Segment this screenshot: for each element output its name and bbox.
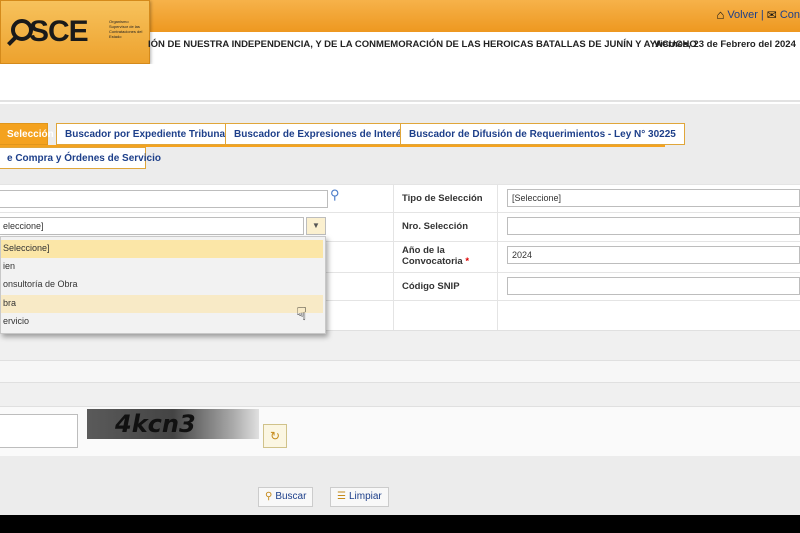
tab-expresiones-interes[interactable]: Buscador de Expresiones de Interés: [225, 123, 416, 145]
dropdown-option[interactable]: onsultoría de Obra: [1, 276, 323, 294]
chevron-down-icon[interactable]: ▼: [306, 217, 326, 235]
tab-expediente-tribunal[interactable]: Buscador por Expediente Tribunal: [56, 123, 237, 145]
tab-difusion-requerimientos[interactable]: Buscador de Difusión de Requerimientos -…: [400, 123, 685, 145]
tab-ordenes-compra[interactable]: e Compra y Órdenes de Servicio: [0, 147, 161, 169]
search-icon: ⚲: [265, 491, 273, 502]
cell-divider: [497, 185, 498, 212]
entity-search-input[interactable]: [0, 190, 328, 208]
volver-link[interactable]: Volver: [727, 9, 758, 21]
object-dropdown-list: Seleccione] ien onsultoría de Obra bra e…: [0, 236, 326, 334]
national-motto: IÓN DE NUESTRA INDEPENDENCIA, Y DE LA CO…: [148, 39, 697, 50]
clear-button[interactable]: ☰ Limpiar: [330, 487, 389, 507]
broom-icon: ☰: [337, 491, 346, 502]
hand-cursor-icon: ☟: [296, 304, 307, 324]
cell-divider: [393, 185, 394, 212]
form-spacer: [0, 360, 800, 382]
anio-label-text: Año de la Convocatoria: [402, 245, 463, 267]
osce-logo[interactable]: SCE Organismo Supervisor de las Contrata…: [0, 0, 150, 64]
tipo-seleccion-select[interactable]: [Seleccione]: [507, 189, 800, 207]
cell-divider: [393, 213, 394, 241]
form-spacer: [0, 330, 800, 360]
captcha-image: 4kcn3: [87, 409, 259, 439]
search-button[interactable]: ⚲ Buscar: [258, 487, 314, 507]
cell-divider: [497, 242, 498, 272]
nro-seleccion-input[interactable]: [507, 217, 800, 235]
nro-seleccion-label: Nro. Selección: [402, 221, 468, 232]
home-icon[interactable]: ⌂: [716, 7, 724, 22]
clear-button-label: Limpiar: [348, 491, 382, 502]
magnifier-handle: [7, 36, 17, 46]
cell-divider: [393, 273, 394, 300]
anio-convocatoria-label: Año de la Convocatoria *: [402, 245, 482, 267]
required-mark: *: [465, 256, 470, 267]
refresh-captcha-button[interactable]: ↻: [263, 424, 287, 448]
object-select[interactable]: eleccione]: [0, 217, 304, 235]
logo-subtitle: Organismo Supervisor de las Contratacion…: [109, 19, 143, 39]
search-button-label: Buscar: [275, 491, 307, 502]
codigo-snip-input[interactable]: [507, 277, 800, 295]
tipo-seleccion-label: Tipo de Selección: [402, 193, 483, 204]
captcha-input[interactable]: [0, 414, 78, 448]
form-spacer: [0, 382, 800, 406]
refresh-icon: ↻: [269, 429, 281, 443]
cell-divider: [497, 301, 498, 330]
dropdown-option[interactable]: ien: [1, 258, 323, 276]
link-separator: |: [760, 8, 764, 21]
dropdown-option[interactable]: Seleccione]: [1, 240, 323, 258]
cell-divider: [497, 213, 498, 241]
tab-seleccion[interactable]: Selección: [0, 123, 54, 145]
contact-link[interactable]: Con: [780, 9, 800, 21]
cell-divider: [497, 273, 498, 300]
bottom-bar: [0, 515, 800, 533]
codigo-snip-label: Código SNIP: [402, 281, 460, 292]
cell-divider: [393, 242, 394, 272]
search-icon[interactable]: ⚲: [330, 187, 340, 203]
dropdown-option[interactable]: bra: [1, 295, 323, 313]
current-date: Viernes, 23 de Febrero del 2024: [654, 39, 796, 50]
top-links: ⌂ Volver | ✉ Con: [716, 7, 800, 22]
dropdown-option[interactable]: ervicio: [1, 313, 323, 331]
anio-convocatoria-input[interactable]: 2024: [507, 246, 800, 264]
cell-divider: [393, 301, 394, 330]
mail-icon[interactable]: ✉: [767, 8, 777, 22]
header-band: [0, 64, 800, 102]
logo-text: SCE: [29, 15, 89, 48]
